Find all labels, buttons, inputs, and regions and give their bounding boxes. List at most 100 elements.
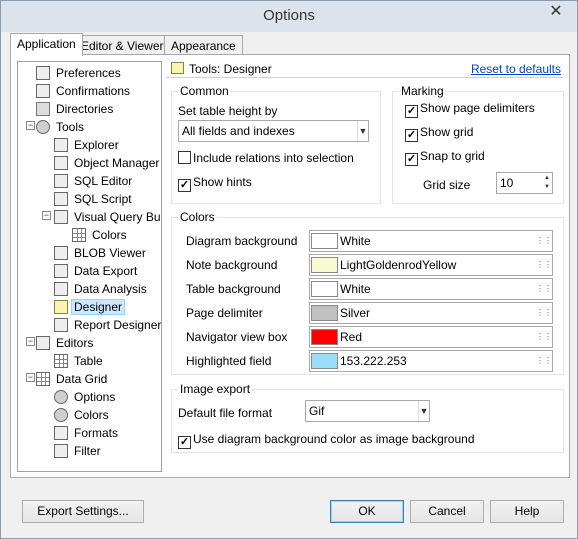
tree-item-confirmations[interactable]: Confirmations	[36, 82, 133, 100]
tree-item-formats[interactable]: Formats	[54, 424, 121, 442]
ellipsis-icon[interactable]: ⋮	[536, 232, 544, 250]
sql-editor-icon	[54, 174, 68, 188]
page-delimiter-color-field[interactable]: Silver ⋮ ⋮	[309, 302, 553, 324]
preferences-icon	[36, 66, 50, 80]
ellipsis-icon[interactable]: ⋮	[536, 280, 544, 298]
grid-size-spinner[interactable]: 10 ▲ ▼	[496, 172, 553, 194]
file-format-label: Default file format	[178, 406, 273, 420]
ellipsis-icon[interactable]: ⋮	[544, 304, 552, 322]
marking-group: Marking ✓ Show page delimiters ✓ Show grid…	[392, 84, 564, 204]
file-format-value: Gif	[309, 404, 325, 418]
export-settings-button[interactable]: Export Settings...	[22, 500, 144, 523]
confirmations-icon	[36, 84, 50, 98]
tab-editor-viewers[interactable]: Editor & Viewers	[74, 35, 177, 55]
options-tree[interactable]: − − − − Preferences Confirmations Direct…	[17, 61, 162, 472]
designer-icon	[171, 62, 184, 74]
table-background-color-field[interactable]: White ⋮ ⋮	[309, 278, 553, 300]
tree-item-table[interactable]: Table	[54, 352, 106, 370]
color-swatch	[311, 233, 338, 249]
color-swatch	[311, 305, 338, 321]
query-builder-icon	[54, 210, 68, 224]
ellipsis-icon[interactable]: ⋮	[536, 256, 544, 274]
folder-icon	[36, 102, 50, 116]
tree-item-designer[interactable]: Designer	[54, 298, 126, 316]
show-page-delimiters-checkbox[interactable]: ✓ Show page delimiters	[405, 100, 535, 118]
tree-item-preferences[interactable]: Preferences	[36, 64, 124, 82]
grid-icon	[54, 354, 68, 368]
designer-icon	[54, 300, 68, 314]
image-export-group-label: Image export	[178, 382, 253, 396]
checkmark-icon: ✓	[178, 436, 191, 449]
spinner-arrows-icon[interactable]: ▲ ▼	[543, 174, 551, 192]
ellipsis-icon[interactable]: ⋮	[544, 256, 552, 274]
settings-pane: Tools: Designer Reset to defaults Common…	[164, 55, 570, 477]
tree-item-explorer[interactable]: Explorer	[54, 136, 122, 154]
title-bar: Options ✕	[1, 1, 577, 32]
diagram-background-color-field[interactable]: White ⋮ ⋮	[309, 230, 553, 252]
collapse-data-grid-icon[interactable]: −	[26, 373, 35, 382]
grid-size-value: 10	[500, 176, 514, 190]
tree-item-grid-options[interactable]: Options	[54, 388, 118, 406]
file-format-dropdown[interactable]: Gif ▼	[305, 400, 430, 422]
ellipsis-icon[interactable]: ⋮	[544, 232, 552, 250]
ellipsis-icon[interactable]: ⋮	[544, 352, 552, 370]
tree-item-sql-script[interactable]: SQL Script	[54, 190, 135, 208]
tree-item-report-designer[interactable]: Report Designer	[54, 316, 161, 334]
tab-application[interactable]: Application	[10, 33, 83, 56]
navigator-view-box-color-field[interactable]: Red ⋮ ⋮	[309, 326, 553, 348]
ellipsis-icon[interactable]: ⋮	[536, 304, 544, 322]
snap-to-grid-checkbox[interactable]: ✓ Snap to grid	[405, 148, 485, 166]
collapse-query-builder-icon[interactable]: −	[42, 211, 51, 220]
object-manager-icon	[54, 156, 68, 170]
tab-appearance[interactable]: Appearance	[164, 35, 243, 55]
grid-icon	[36, 372, 50, 386]
gear-icon	[54, 408, 68, 422]
reset-to-defaults-link[interactable]: Reset to defaults	[471, 62, 561, 76]
use-bg-color-checkbox[interactable]: ✓ Use diagram background color as image b…	[178, 431, 475, 449]
tools-icon	[36, 120, 50, 134]
color-swatch	[311, 329, 338, 345]
blob-viewer-icon	[54, 246, 68, 260]
tab-panel: − − − − Preferences Confirmations Direct…	[10, 54, 570, 478]
show-hints-checkbox[interactable]: ✓ Show hints	[178, 174, 252, 192]
table-height-dropdown[interactable]: All fields and indexes ▼	[178, 120, 369, 142]
tree-item-qb-colors[interactable]: Colors	[72, 226, 130, 244]
colors-group: Colors Diagram background White ⋮ ⋮ Note…	[171, 210, 564, 375]
tree-item-data-grid[interactable]: Data Grid	[36, 370, 110, 388]
editors-icon	[36, 336, 50, 350]
tree-item-visual-query-builder[interactable]: Visual Query Builder	[54, 208, 161, 226]
note-background-color-field[interactable]: LightGoldenrodYellow ⋮ ⋮	[309, 254, 553, 276]
tree-item-tools[interactable]: Tools	[36, 118, 87, 136]
common-group: Common Set table height by All fields an…	[171, 84, 381, 204]
ellipsis-icon[interactable]: ⋮	[536, 352, 544, 370]
include-relations-checkbox[interactable]: Include relations into selection	[178, 150, 354, 166]
tree-item-sql-editor[interactable]: SQL Editor	[54, 172, 135, 190]
tree-item-data-export[interactable]: Data Export	[54, 262, 140, 280]
color-row-navigator-view-box: Navigator view box Red ⋮ ⋮	[172, 326, 562, 348]
color-row-highlighted-field: Highlighted field 153.222.253 ⋮ ⋮	[172, 350, 562, 372]
help-button[interactable]: Help	[490, 500, 564, 523]
tree-item-blob-viewer[interactable]: BLOB Viewer	[54, 244, 149, 262]
ellipsis-icon[interactable]: ⋮	[544, 328, 552, 346]
ellipsis-icon[interactable]: ⋮	[544, 280, 552, 298]
collapse-editors-icon[interactable]: −	[26, 337, 35, 346]
options-window: Options ✕ Application Editor & Viewers A…	[0, 0, 578, 539]
show-grid-checkbox[interactable]: ✓ Show grid	[405, 124, 473, 142]
tree-item-filter[interactable]: Filter	[54, 442, 104, 460]
collapse-tools-icon[interactable]: −	[26, 121, 35, 130]
chevron-down-icon: ▼	[418, 401, 429, 421]
tree-item-grid-colors[interactable]: Colors	[54, 406, 112, 424]
colors-group-label: Colors	[178, 210, 217, 224]
tree-item-directories[interactable]: Directories	[36, 100, 116, 118]
ellipsis-icon[interactable]: ⋮	[536, 328, 544, 346]
ok-button[interactable]: OK	[330, 500, 404, 523]
marking-group-label: Marking	[399, 84, 446, 98]
tree-item-object-manager[interactable]: Object Manager	[54, 154, 161, 172]
data-export-icon	[54, 264, 68, 278]
tree-item-data-analysis[interactable]: Data Analysis	[54, 280, 150, 298]
sql-script-icon	[54, 192, 68, 206]
cancel-button[interactable]: Cancel	[410, 500, 484, 523]
close-icon[interactable]: ✕	[541, 2, 571, 22]
highlighted-field-color-field[interactable]: 153.222.253 ⋮ ⋮	[309, 350, 553, 372]
tree-item-editors[interactable]: Editors	[36, 334, 96, 352]
